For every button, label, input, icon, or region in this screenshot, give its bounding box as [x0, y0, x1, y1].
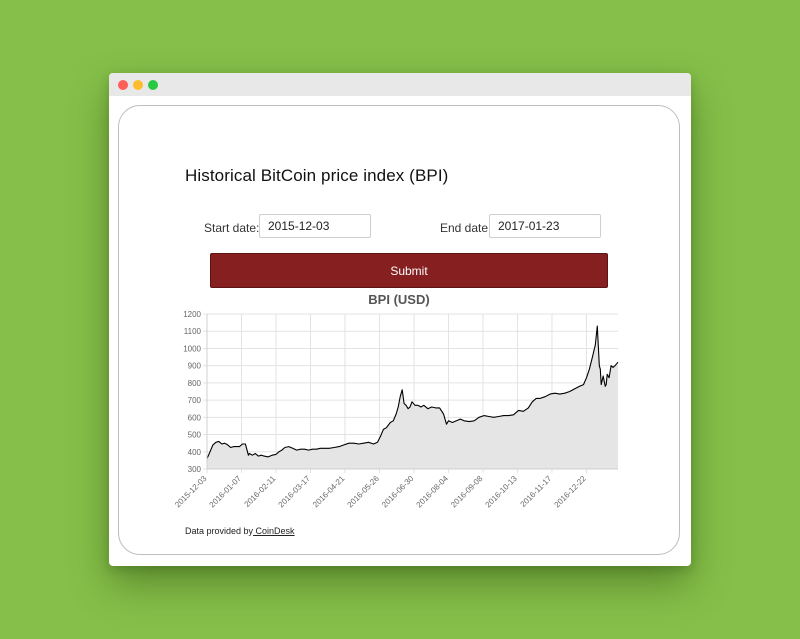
- x-tick-label: 2016-04-21: [311, 474, 347, 510]
- x-tick-label: 2016-01-07: [208, 474, 244, 510]
- y-tick-label: 600: [188, 413, 202, 422]
- y-tick-label: 300: [188, 465, 202, 474]
- y-tick-label: 500: [188, 431, 202, 440]
- chart-area: [206, 325, 619, 469]
- x-tick-label: 2016-08-04: [415, 474, 451, 510]
- y-tick-label: 400: [188, 448, 202, 457]
- x-tick-label: 2016-10-13: [484, 474, 520, 510]
- x-tick-label: 2016-09-08: [449, 474, 485, 510]
- x-tick-label: 2016-11-17: [518, 474, 553, 509]
- y-tick-label: 900: [188, 362, 202, 371]
- y-tick-label: 800: [188, 379, 202, 388]
- x-tick-label: 2016-12-22: [553, 474, 589, 510]
- x-tick-label: 2016-03-17: [277, 474, 313, 510]
- y-tick-label: 1200: [183, 310, 201, 319]
- y-tick-label: 1000: [183, 344, 201, 353]
- x-tick-label: 2015-12-03: [173, 474, 209, 510]
- x-tick-label: 2016-02-11: [243, 474, 278, 509]
- bpi-area-fill: [207, 326, 618, 469]
- x-tick-label: 2016-06-30: [380, 474, 416, 510]
- y-tick-label: 1100: [184, 327, 202, 336]
- bpi-chart: BPI (USD) 300 400 500 600 700 800 900 1000 1100 1…: [173, 292, 619, 510]
- chart-title: BPI (USD): [368, 292, 429, 307]
- y-tick-label: 700: [188, 396, 202, 405]
- x-tick-label: 2016-05-26: [346, 474, 382, 510]
